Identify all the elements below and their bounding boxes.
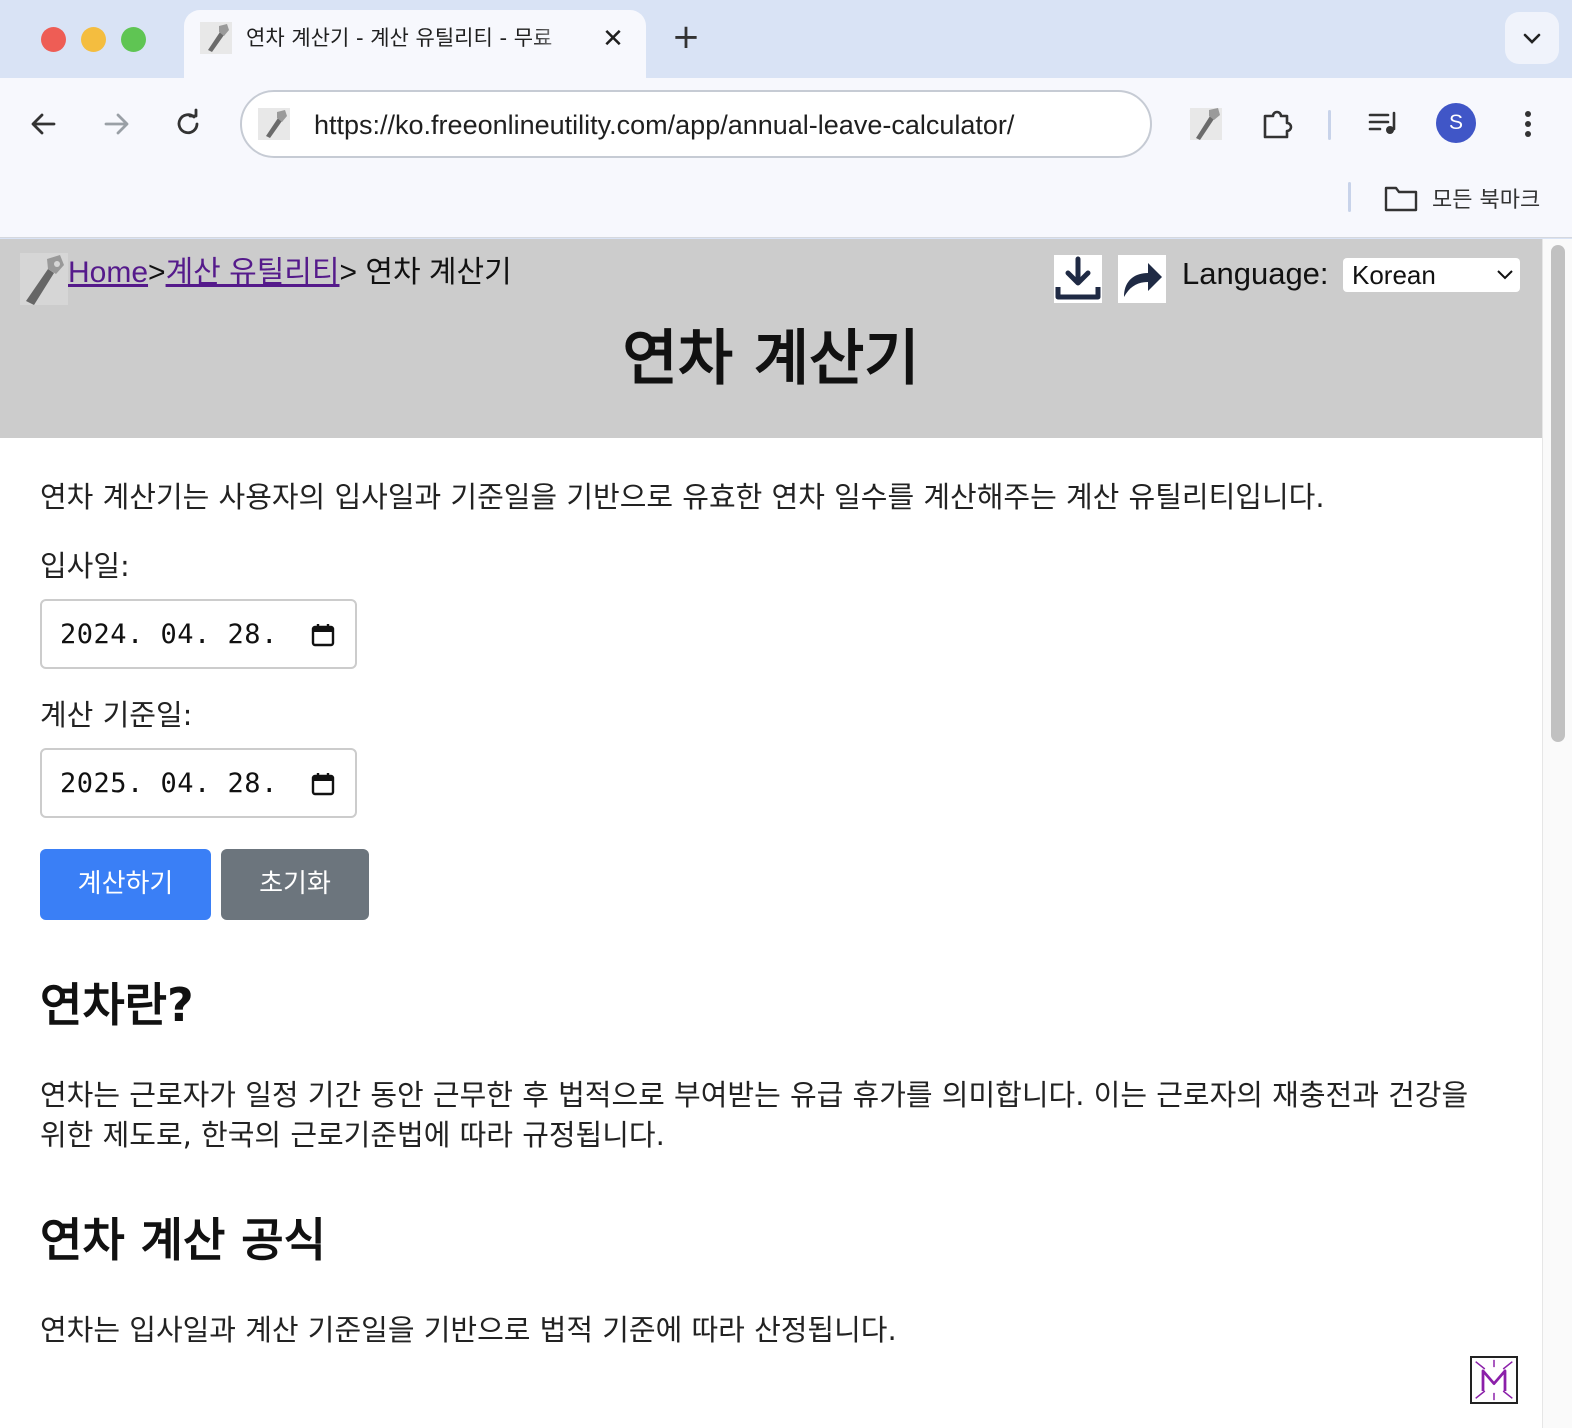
hire-date-label: 입사일: (40, 549, 130, 583)
section-heading-what-is-leave: 연차란? (40, 978, 194, 1032)
bookmark-divider (1348, 182, 1351, 212)
new-tab-button[interactable]: + (668, 20, 704, 56)
language-select[interactable]: Korean (1343, 258, 1520, 292)
breadcrumb-category-link[interactable]: 계산 유틸리티 (166, 256, 340, 289)
wrench-icon (200, 22, 232, 54)
back-arrow-icon[interactable] (24, 104, 64, 144)
scrollbar-thumb[interactable] (1551, 245, 1565, 742)
breadcrumb-current: 연차 계산기 (357, 256, 512, 289)
page-viewport: Home>계산 유틸리티> 연차 계산기 Language: Korean 연차… (0, 239, 1572, 1428)
toolbar-divider (1328, 110, 1331, 140)
base-date-value: 2025. 04. 28. (60, 768, 278, 799)
forward-arrow-icon[interactable] (96, 104, 136, 144)
tab-bar: 연차 계산기 - 계산 유틸리티 - 무료 ✕ + (0, 0, 1572, 78)
breadcrumb-separator: > (339, 256, 358, 289)
all-bookmarks-label: 모든 북마크 (1432, 188, 1541, 213)
tab-title: 연차 계산기 - 계산 유틸리티 - 무료 (246, 26, 553, 50)
address-bar[interactable]: https://ko.freeonlineutility.com/app/ann… (240, 90, 1152, 158)
page-scrollbar[interactable] (1542, 239, 1572, 1428)
site-extension-wrench-icon[interactable] (1184, 102, 1228, 146)
browser-toolbar: https://ko.freeonlineutility.com/app/ann… (0, 78, 1572, 238)
reset-button[interactable]: 초기화 (221, 849, 369, 920)
chevron-down-icon (1497, 270, 1513, 280)
active-tab[interactable]: 연차 계산기 - 계산 유틸리티 - 무료 ✕ (184, 10, 646, 78)
extensions-puzzle-icon[interactable] (1256, 102, 1300, 146)
close-window-button[interactable] (41, 27, 66, 52)
section-body-what-is-leave: 연차는 근로자가 일정 기간 동안 근무한 후 법적으로 부여받는 유급 휴가를… (40, 1078, 1469, 1152)
tab-search-button[interactable] (1505, 12, 1559, 64)
breadcrumb: Home>계산 유틸리티> 연차 계산기 (68, 255, 512, 291)
section-body-formula: 연차는 입사일과 계산 기준일을 기반으로 법적 기준에 따라 산정됩니다. (40, 1313, 897, 1347)
reload-icon[interactable] (168, 104, 208, 144)
profile-avatar[interactable]: S (1436, 103, 1476, 143)
page-header: Home>계산 유틸리티> 연차 계산기 Language: Korean 연차… (0, 239, 1542, 438)
base-date-label: 계산 기준일: (40, 698, 193, 732)
m-badge-icon[interactable] (1470, 1356, 1518, 1404)
download-icon[interactable] (1054, 255, 1102, 303)
breadcrumb-separator: > (148, 256, 166, 289)
maximize-window-button[interactable] (121, 27, 146, 52)
base-date-input[interactable]: 2025. 04. 28. (40, 748, 357, 818)
language-selected-value: Korean (1352, 260, 1436, 290)
page-title: 연차 계산기 (622, 324, 920, 394)
minimize-window-button[interactable] (81, 27, 106, 52)
hire-date-value: 2024. 04. 28. (60, 619, 278, 650)
intro-text: 연차 계산기는 사용자의 입사일과 기준일을 기반으로 유효한 연차 일수를 계… (40, 480, 1325, 514)
site-logo-wrench-icon[interactable] (20, 253, 68, 305)
breadcrumb-home-link[interactable]: Home (68, 256, 148, 289)
folder-icon (1384, 186, 1418, 212)
language-label: Language: (1182, 256, 1329, 291)
calculate-button[interactable]: 계산하기 (40, 849, 211, 920)
calendar-icon[interactable] (310, 622, 336, 648)
hire-date-input[interactable]: 2024. 04. 28. (40, 599, 357, 669)
more-menu-icon[interactable] (1506, 102, 1550, 146)
media-queue-icon[interactable] (1362, 102, 1406, 146)
chevron-down-icon (1523, 33, 1541, 44)
share-arrow-icon[interactable] (1118, 255, 1166, 303)
tab-close-icon[interactable]: ✕ (598, 24, 628, 54)
section-heading-formula: 연차 계산 공식 (40, 1213, 326, 1267)
url-text: https://ko.freeonlineutility.com/app/ann… (314, 110, 1015, 140)
all-bookmarks-button[interactable]: 모든 북마크 (1384, 182, 1540, 214)
site-wrench-icon (258, 108, 290, 140)
calendar-icon[interactable] (310, 771, 336, 797)
